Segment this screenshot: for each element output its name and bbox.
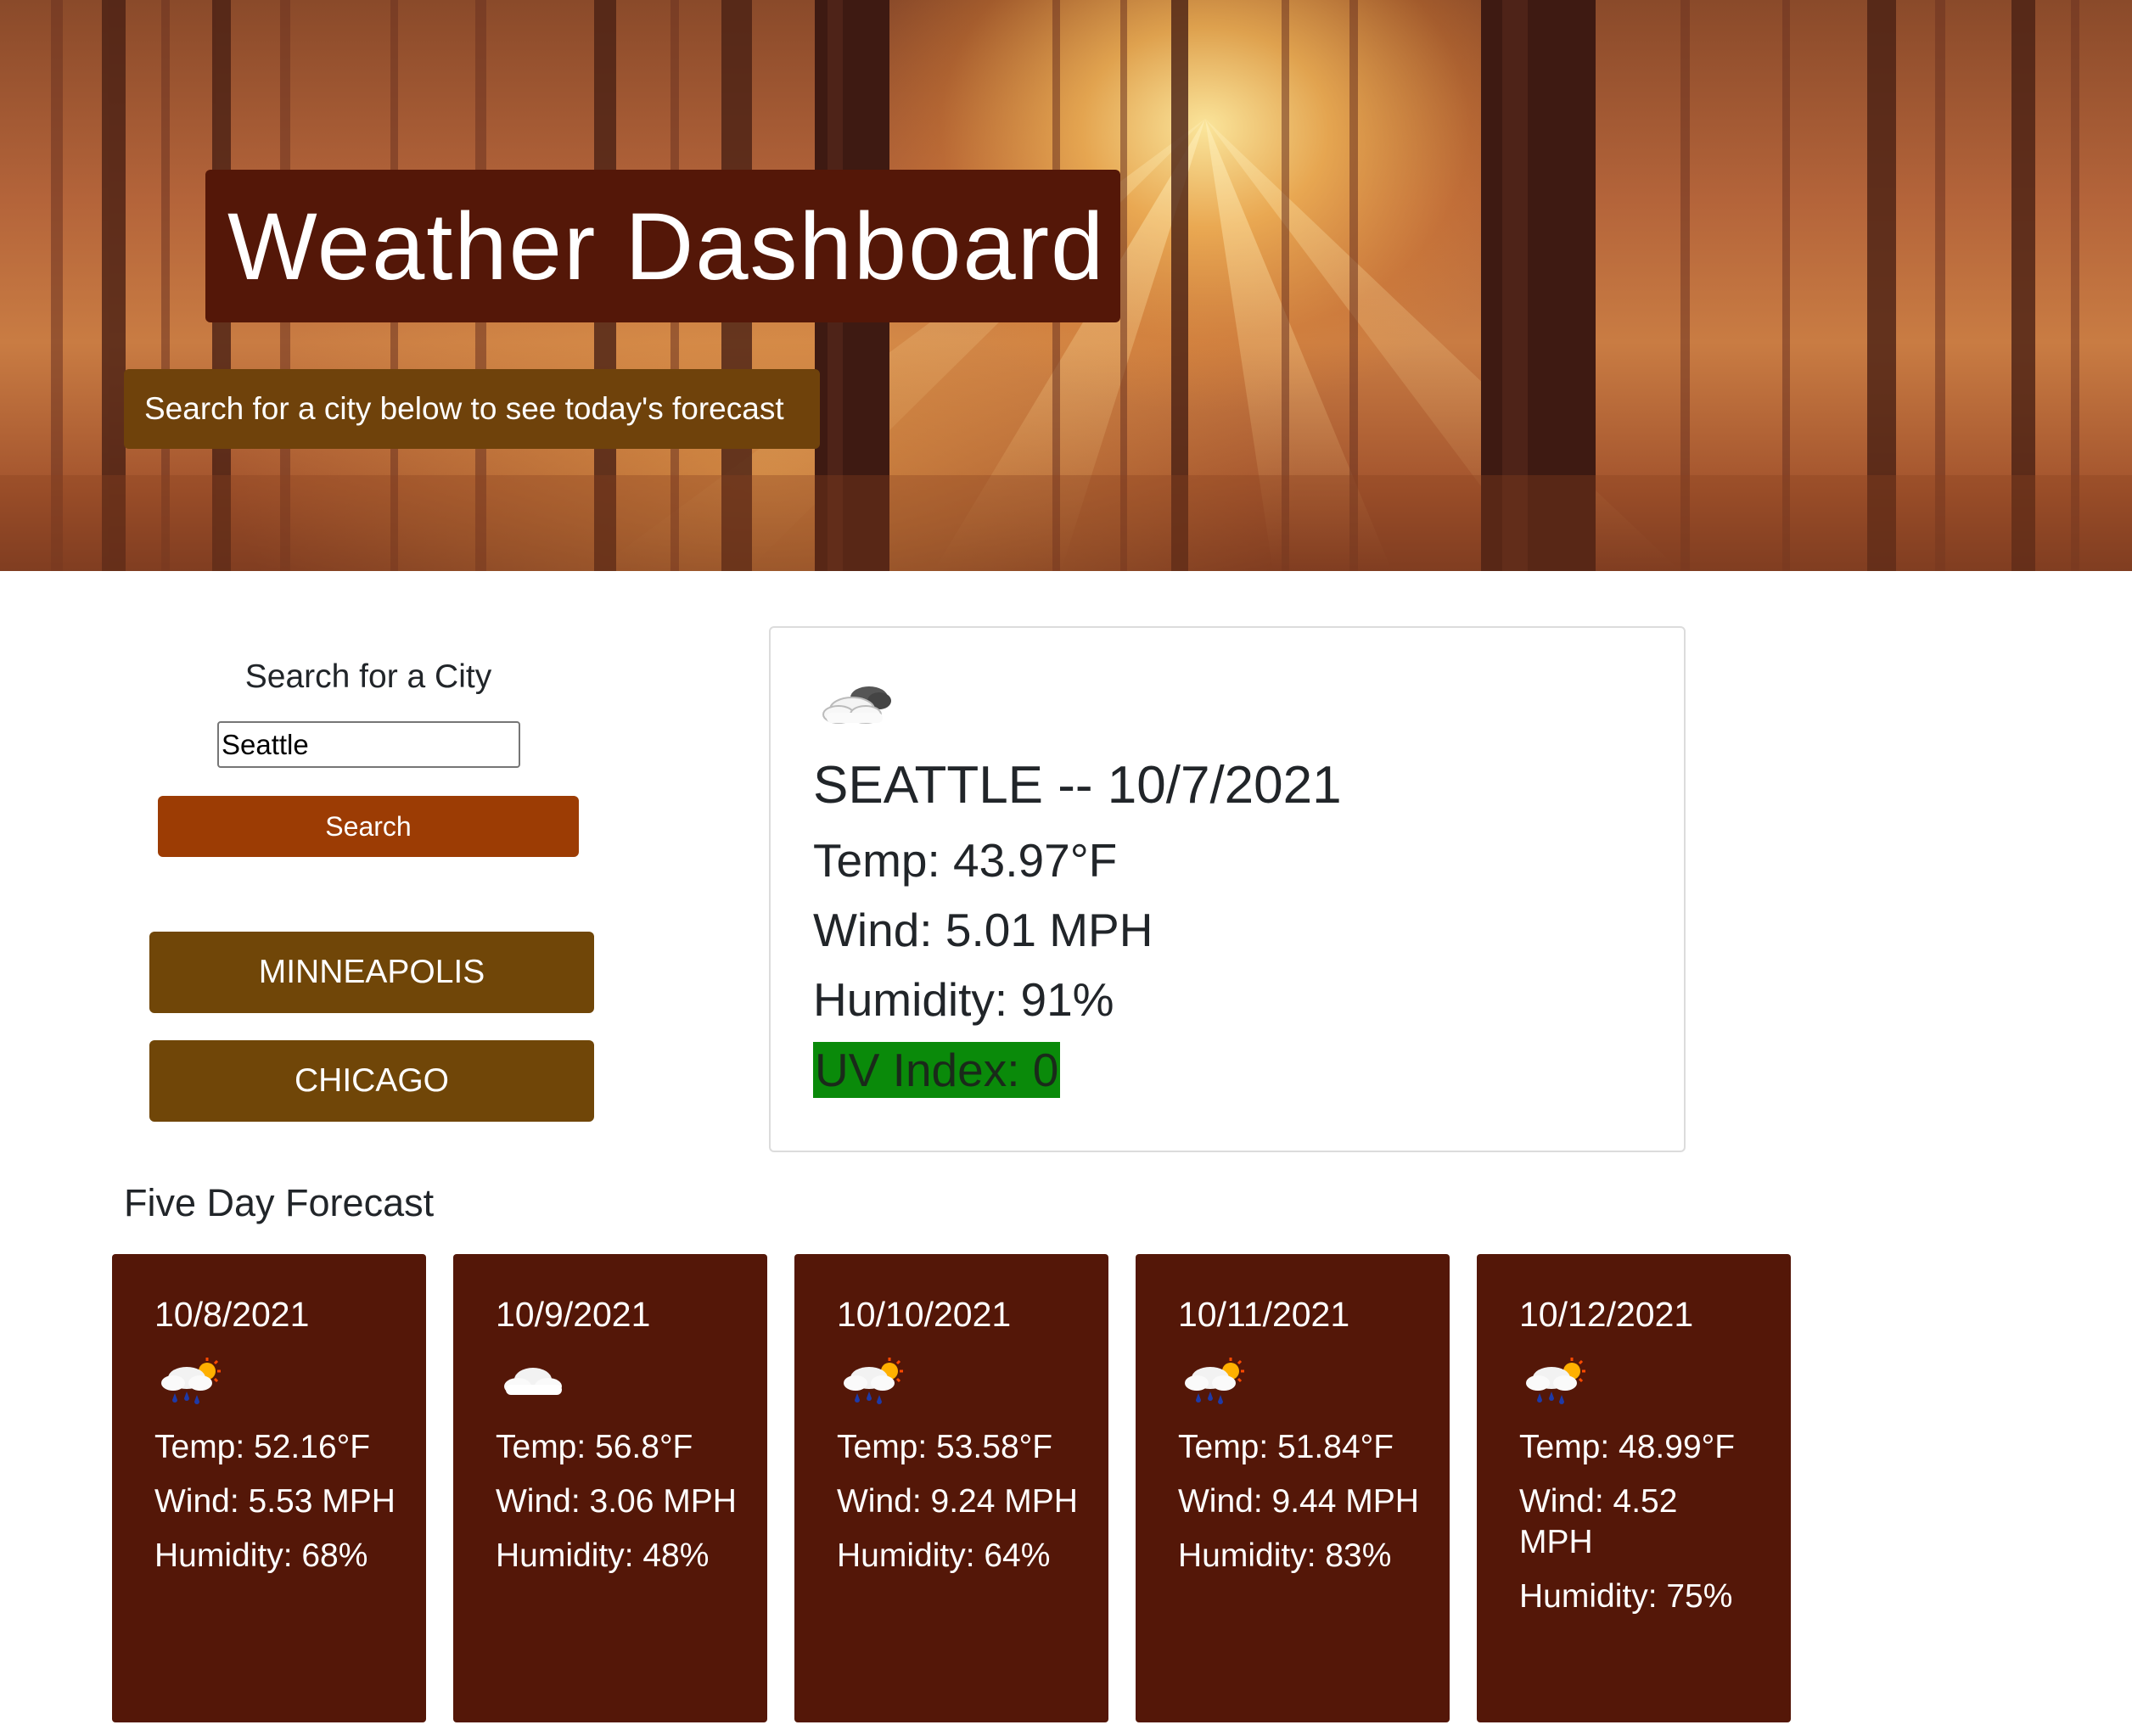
current-weather-card: SEATTLE -- 10/7/2021 Temp: 43.97°F Wind:… xyxy=(769,626,1686,1152)
uv-index-badge: UV Index: 0 xyxy=(813,1042,1061,1098)
forecast-humidity: Humidity: 48% xyxy=(496,1537,710,1574)
forecast-temp: Temp: 52.16°F xyxy=(154,1429,371,1465)
forecast-wind: Wind: 9.24 MPH xyxy=(837,1483,1078,1520)
forecast-date: 10/11/2021 xyxy=(1178,1295,1350,1334)
forecast-date: 10/12/2021 xyxy=(1519,1295,1694,1334)
hero-banner: Weather Dashboard Search for a city belo… xyxy=(0,0,2132,571)
forecast-date: 10/8/2021 xyxy=(154,1295,310,1334)
forecast-wind: Wind: 3.06 MPH xyxy=(496,1483,737,1520)
title-banner: Weather Dashboard xyxy=(205,170,1120,322)
forecast-card: 10/11/2021 Temp: 51.84°F Wind: 9.44 MPH … xyxy=(1136,1254,1450,1722)
forecast-wind: Wind: 4.52 MPH xyxy=(1519,1483,1678,1560)
cloud-icon xyxy=(499,1356,567,1411)
forecast-temp: Temp: 53.58°F xyxy=(837,1429,1053,1465)
forecast-temp: Temp: 51.84°F xyxy=(1178,1429,1394,1465)
forecast-humidity: Humidity: 75% xyxy=(1519,1578,1733,1615)
history-button-minneapolis[interactable]: MINNEAPOLIS xyxy=(149,932,594,1013)
forecast-wind: Wind: 5.53 MPH xyxy=(154,1483,396,1520)
rain-sun-icon xyxy=(1523,1356,1591,1411)
city-search-input[interactable] xyxy=(217,721,520,768)
forecast-card: 10/9/2021 Temp: 56.8°F Wind: 3.06 MPH Hu… xyxy=(453,1254,767,1722)
search-heading: Search for a City xyxy=(244,658,492,695)
rain-sun-icon xyxy=(840,1356,908,1411)
forecast-humidity: Humidity: 64% xyxy=(837,1537,1051,1574)
forecast-date: 10/10/2021 xyxy=(837,1295,1012,1334)
history-button-chicago[interactable]: CHICAGO xyxy=(149,1040,594,1122)
five-day-heading: Five Day Forecast xyxy=(124,1181,435,1224)
rain-sun-icon xyxy=(158,1356,226,1411)
rain-sun-icon xyxy=(1181,1356,1249,1411)
current-humidity: Humidity: 91% xyxy=(813,973,1114,1026)
page-subtitle: Search for a city below to see today's f… xyxy=(144,391,784,426)
current-wind: Wind: 5.01 MPH xyxy=(813,904,1153,956)
current-city-date: SEATTLE -- 10/7/2021 xyxy=(813,756,1342,815)
forecast-card: 10/12/2021 Temp: 48.99°F Wind: 4.52 MPH … xyxy=(1477,1254,1791,1722)
forecast-humidity: Humidity: 68% xyxy=(154,1537,368,1574)
forecast-temp: Temp: 48.99°F xyxy=(1519,1429,1736,1465)
page-title: Weather Dashboard xyxy=(227,193,1106,300)
current-temp: Temp: 43.97°F xyxy=(813,834,1118,887)
forecast-temp: Temp: 56.8°F xyxy=(496,1429,693,1465)
forecast-wind: Wind: 9.44 MPH xyxy=(1178,1483,1419,1520)
forecast-card: 10/8/2021 Temp: 52.16°F Wind: 5.53 MPH H… xyxy=(112,1254,426,1722)
subtitle-banner: Search for a city below to see today's f… xyxy=(124,369,820,449)
forecast-card: 10/10/2021 Temp: 53.58°F Wind: 9.24 MPH … xyxy=(794,1254,1108,1722)
partly-cloudy-icon xyxy=(820,679,896,731)
search-button[interactable]: Search xyxy=(158,796,579,857)
forecast-humidity: Humidity: 83% xyxy=(1178,1537,1392,1574)
forecast-date: 10/9/2021 xyxy=(496,1295,651,1334)
